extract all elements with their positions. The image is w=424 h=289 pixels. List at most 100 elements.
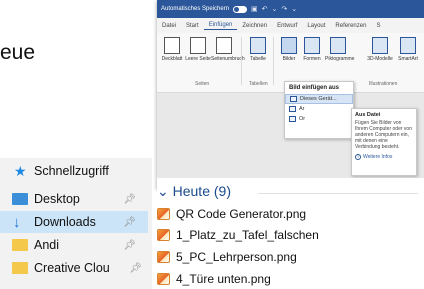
leere-seite-label: Leere Seite [185, 56, 211, 62]
save-icon[interactable]: ▣ [251, 5, 258, 13]
smartart-button[interactable]: SmartArt [395, 37, 421, 62]
ribbon-tabs: Datei Start Einfügen Zeichnen Entwurf La… [157, 18, 424, 33]
ribbon-separator [241, 37, 242, 85]
insert-picture-dropdown: Bild einfügen aus Dieses Gerät... Ar Or [284, 81, 354, 139]
pin-icon[interactable]: 📌︎ [129, 263, 142, 274]
tooltip-title: Aus Datei [355, 112, 381, 118]
tab-einfuegen[interactable]: Einfügen [203, 22, 238, 30]
nav-item-downloads[interactable]: ↓ Downloads 📌︎ [0, 211, 148, 233]
menu-item-stock-images[interactable]: Ar [285, 104, 353, 114]
cover-page-icon [164, 37, 180, 54]
undo-icon[interactable]: ↶ [262, 5, 268, 13]
smartart-icon [400, 37, 416, 54]
file-name: 4_Türe unten.png [176, 272, 271, 286]
ribbon-separator [273, 37, 274, 85]
explorer-file-list: ⌄ Heute (9) QR Code Generator.png 1_Plat… [157, 178, 424, 289]
pin-icon[interactable]: 📌︎ [123, 217, 136, 228]
group-tabellen: Tabellen [249, 81, 268, 87]
file-name: 5_PC_Lehrperson.png [176, 250, 297, 264]
creative-cloud-folder-icon [12, 262, 28, 274]
download-arrow-icon: ↓ [13, 213, 21, 231]
formen-button[interactable]: Formen [299, 37, 325, 62]
png-file-icon [157, 208, 170, 220]
help-icon: ? [355, 154, 361, 160]
stock-images-icon [289, 106, 296, 112]
table-icon [250, 37, 266, 54]
file-row[interactable]: 1_Platz_zu_Tafel_falschen [157, 226, 319, 244]
tab-start[interactable]: Start [181, 23, 204, 29]
group-seiten: Seiten [195, 81, 210, 87]
piktogramme-label: Piktogramme [325, 56, 355, 62]
shapes-icon [304, 37, 320, 54]
group-divider [258, 193, 418, 194]
deckblatt-button[interactable]: Deckblatt [159, 37, 185, 62]
redo-icon[interactable]: ↷ [281, 5, 287, 13]
tab-layout[interactable]: Layout [302, 23, 330, 29]
tabelle-button[interactable]: Tabelle [245, 37, 271, 62]
tab-entwurf[interactable]: Entwurf [272, 23, 302, 29]
blank-page-icon [190, 37, 206, 54]
png-file-icon [157, 273, 170, 285]
seitenumbruch-label: Seitenumbruch [211, 56, 245, 62]
pictures-icon [281, 37, 297, 54]
nav-item-andi[interactable]: Andi 📌︎ [0, 234, 148, 256]
group-header-today[interactable]: ⌄ Heute (9) [157, 183, 231, 200]
nav-item-desktop[interactable]: Desktop 📌︎ [0, 188, 148, 210]
menu-item-online-pictures[interactable]: Or [285, 114, 353, 124]
tooltip-description: Fügen Sie Bilder von Ihrem Computer oder… [355, 120, 412, 150]
tab-referenzen[interactable]: Referenzen [330, 23, 371, 29]
file-name: 1_Platz_zu_Tafel_falschen [176, 228, 319, 242]
menu-item-label: Dieses Gerät... [300, 96, 337, 102]
word-window: Automatisches Speichern ▣ ↶ ⌄ ↷ ⌄ Datei … [157, 0, 424, 189]
partial-text: eue [0, 41, 36, 64]
explorer-nav-pane: ★ Schnellzugriff Desktop 📌︎ ↓ Downloads … [0, 158, 152, 289]
tabelle-label: Tabelle [250, 56, 266, 62]
nav-item-creative-cloud[interactable]: Creative Clou 📌︎ [0, 257, 148, 279]
file-row[interactable]: QR Code Generator.png [157, 205, 306, 223]
title-bar: Automatisches Speichern ▣ ↶ ⌄ ↷ ⌄ [157, 0, 424, 18]
online-pictures-icon [289, 116, 296, 122]
nav-label: Creative Clou [34, 261, 110, 275]
deckblatt-label: Deckblatt [161, 56, 183, 62]
autosave-toggle[interactable] [233, 5, 248, 13]
nav-label: Downloads [34, 215, 96, 229]
nav-label: Desktop [34, 192, 80, 206]
file-row[interactable]: 5_PC_Lehrperson.png [157, 248, 297, 266]
customize-icon[interactable]: ⌄ [291, 5, 297, 13]
icons-icon [330, 37, 346, 54]
page-break-icon [216, 37, 232, 54]
dropdown-icon[interactable]: ⌄ [272, 5, 278, 13]
file-name: QR Code Generator.png [176, 207, 307, 221]
group-illustrationen: Illustrationen [369, 81, 398, 87]
3d-modelle-label: 3D-Modelle [367, 56, 393, 62]
tab-more[interactable]: S [371, 23, 385, 29]
pin-icon[interactable]: 📌︎ [123, 240, 136, 251]
folder-icon [12, 239, 28, 251]
piktogramme-button[interactable]: Piktogramme [325, 37, 355, 62]
png-file-icon [157, 229, 170, 241]
desktop-folder-icon [12, 193, 28, 205]
file-row[interactable]: 4_Türe unten.png [157, 270, 271, 288]
bilder-label: Bilder [282, 56, 296, 62]
more-info-link[interactable]: ? Weitere Infos [355, 154, 413, 160]
autosave-label: Automatisches Speichern [161, 6, 230, 12]
3d-models-icon [372, 37, 388, 54]
tab-datei[interactable]: Datei [157, 23, 181, 29]
tab-zeichnen[interactable]: Zeichnen [237, 23, 272, 29]
nav-item-quick-access[interactable]: ★ Schnellzugriff [0, 160, 148, 182]
more-info-label: Weitere Infos [363, 154, 393, 160]
png-file-icon [157, 251, 170, 263]
pin-icon[interactable]: 📌︎ [123, 194, 136, 205]
menu-item-label: Or [299, 116, 306, 122]
chevron-down-icon: ⌄ [157, 183, 173, 199]
menu-item-this-device[interactable]: Dieses Gerät... [285, 94, 353, 104]
smartart-label: SmartArt [398, 56, 418, 62]
tooltip-from-file: Aus Datei Fügen Sie Bilder von Ihrem Com… [351, 108, 417, 176]
nav-label: Schnellzugriff [34, 164, 109, 178]
nav-label: Andi [34, 238, 60, 252]
leere-seite-button[interactable]: Leere Seite [185, 37, 211, 62]
device-icon [290, 96, 297, 102]
star-icon: ★ [14, 162, 27, 179]
3d-modelle-button[interactable]: 3D-Modelle [367, 37, 393, 62]
seitenumbruch-button[interactable]: Seitenumbruch [211, 37, 245, 62]
